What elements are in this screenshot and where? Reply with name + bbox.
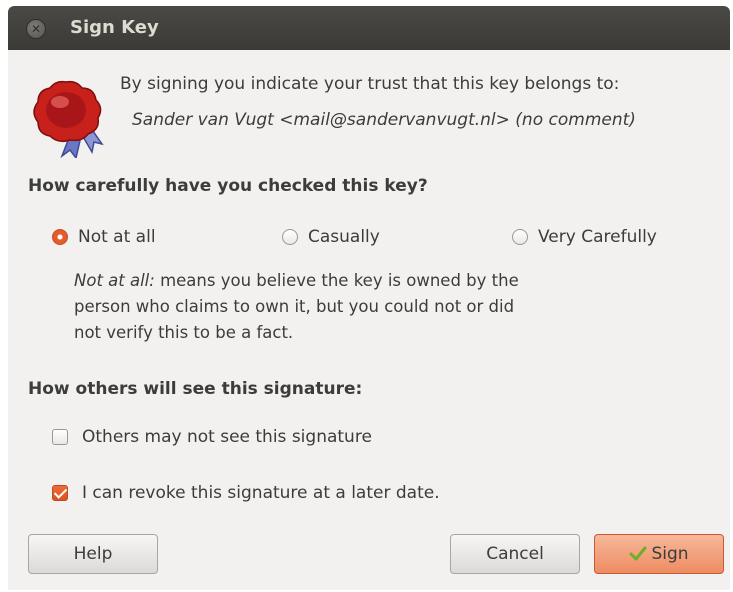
description-term: Not at all: <box>74 271 155 290</box>
radio-button[interactable] <box>512 229 528 245</box>
cancel-button[interactable]: Cancel <box>450 534 580 574</box>
help-button-label: Help <box>73 544 113 564</box>
radio-button[interactable] <box>282 229 298 245</box>
radio-not-at-all[interactable]: Not at all <box>52 227 156 247</box>
radio-very-carefully[interactable]: Very Carefully <box>512 227 657 247</box>
checkbox-checked[interactable] <box>52 485 68 501</box>
checkbox-can-revoke[interactable]: I can revoke this signature at a later d… <box>52 483 440 503</box>
sign-button-label: Sign <box>651 544 689 564</box>
wax-seal-icon <box>33 80 104 158</box>
checkbox-others-may-not-see[interactable]: Others may not see this signature <box>52 427 372 447</box>
sign-button[interactable]: Sign <box>594 534 724 574</box>
sign-key-dialog: ✕ Sign Key By signing you indicate your … <box>8 6 730 590</box>
checkbox-label-can-revoke: I can revoke this signature at a later d… <box>82 483 440 503</box>
check-level-description: Not at all: means you believe the key is… <box>74 268 664 346</box>
checkbox-label-others-may-not-see: Others may not see this signature <box>82 427 372 447</box>
description-line-2: person who claims to own it, but you cou… <box>74 297 515 316</box>
radio-button-checked[interactable] <box>52 229 68 245</box>
radio-label-casually: Casually <box>308 227 380 247</box>
help-button[interactable]: Help <box>28 534 158 574</box>
radio-casually[interactable]: Casually <box>282 227 380 247</box>
key-identity: Sander van Vugt <mail@sandervanvugt.nl> … <box>132 110 636 130</box>
description-line-1: means you believe the key is owned by th… <box>154 271 519 290</box>
cancel-button-label: Cancel <box>486 544 544 564</box>
title-bar: ✕ Sign Key <box>8 6 730 50</box>
trust-statement: By signing you indicate your trust that … <box>120 74 620 94</box>
close-icon[interactable]: ✕ <box>26 19 46 39</box>
check-level-heading: How carefully have you checked this key? <box>28 176 428 196</box>
radio-label-not-at-all: Not at all <box>78 227 156 247</box>
checkbox-unchecked[interactable] <box>52 429 68 445</box>
window-title: Sign Key <box>70 17 159 38</box>
visibility-heading: How others will see this signature: <box>28 379 363 399</box>
checkmark-icon <box>629 546 647 561</box>
description-line-3: not verify this to be a fact. <box>74 323 294 342</box>
radio-label-very-carefully: Very Carefully <box>538 227 657 247</box>
